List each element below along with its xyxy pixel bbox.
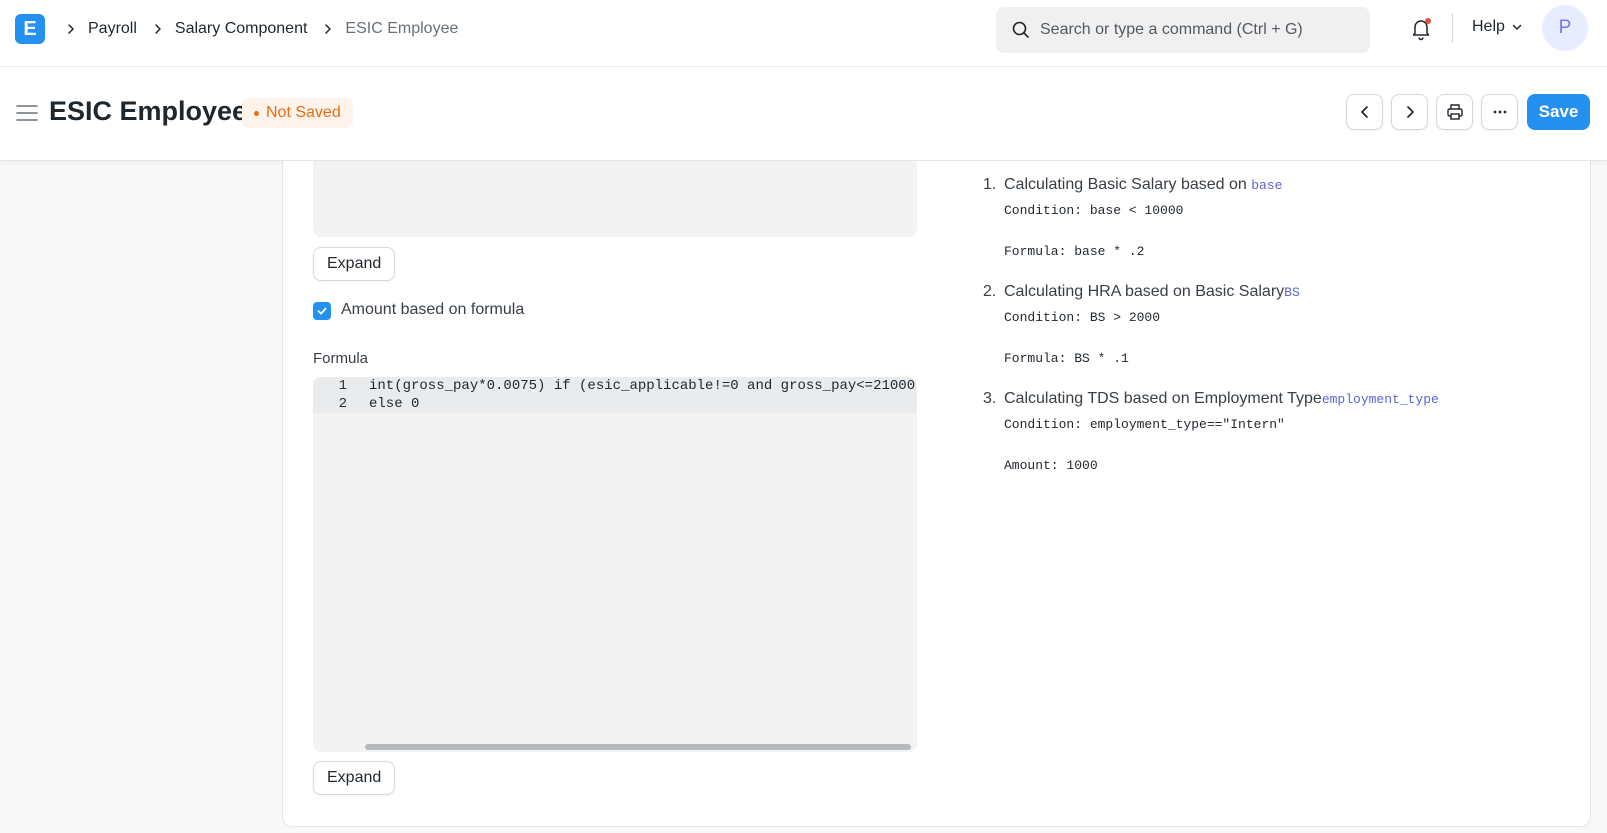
horizontal-scrollbar[interactable] [365, 744, 911, 750]
page-title: ESIC Employee [49, 96, 248, 126]
breadcrumb-salary-component[interactable]: Salary Component [175, 20, 308, 38]
navbar: E Payroll Salary Component ESIC Employee… [0, 0, 1607, 67]
chevron-left-icon [1360, 106, 1368, 118]
code-text: else 0 [369, 396, 420, 412]
amount-based-on-formula-checkbox[interactable] [313, 302, 331, 320]
formula-label: Formula [313, 350, 369, 367]
line-number: 1 [338, 378, 347, 394]
previous-doc-button[interactable] [1346, 94, 1383, 130]
example-condition: Condition: BS > 2000 [1004, 310, 1161, 325]
example-title: Calculating TDS based on Employment Type… [1004, 390, 1439, 407]
example-title: Calculating HRA based on Basic SalaryBS [1004, 283, 1300, 300]
chevron-right-icon [147, 18, 169, 40]
awesomebar[interactable] [996, 7, 1370, 53]
avatar[interactable]: P [1542, 5, 1588, 51]
breadcrumb: Payroll Salary Component ESIC Employee [60, 18, 458, 40]
search-input[interactable] [1040, 7, 1360, 53]
example-number: 3. [983, 390, 997, 407]
page-head: ESIC Employee Not Saved Save [0, 67, 1607, 161]
example-condition: Condition: base < 10000 [1004, 203, 1184, 218]
chevron-right-icon [317, 18, 339, 40]
notification-dot [1425, 18, 1431, 24]
example-number: 2. [983, 283, 997, 300]
example-result: Amount: 1000 [1004, 458, 1098, 473]
ellipsis-icon [1493, 110, 1506, 114]
more-menu-button[interactable] [1481, 94, 1518, 130]
example-variable: base [1251, 178, 1283, 193]
breadcrumb-payroll[interactable]: Payroll [88, 20, 137, 38]
next-doc-button[interactable] [1391, 94, 1428, 130]
navbar-divider [1452, 13, 1453, 43]
example-title: Calculating Basic Salary based on base [1004, 176, 1283, 193]
example-variable: employment_type [1321, 392, 1439, 407]
example-result: Formula: base * .2 [1004, 244, 1145, 259]
printer-icon [1446, 104, 1463, 120]
formula-editor[interactable]: 1 int(gross_pay*0.0075) if (esic_applica… [313, 377, 917, 752]
example-result: Formula: BS * .1 [1004, 351, 1129, 366]
code-line: 2 else 0 [313, 395, 420, 413]
code-line: 1 int(gross_pay*0.0075) if (esic_applica… [313, 377, 917, 395]
app-logo[interactable]: E [15, 14, 45, 44]
example-number: 1. [983, 176, 997, 193]
example-condition: Condition: employment_type=="Intern" [1004, 417, 1285, 432]
condition-editor[interactable] [313, 161, 917, 237]
help-label: Help [1472, 18, 1505, 35]
help-dropdown[interactable]: Help [1472, 18, 1523, 36]
chevron-down-icon [1512, 24, 1522, 30]
example-variable: BS [1284, 285, 1300, 300]
status-badge: Not Saved [242, 98, 353, 128]
chevron-right-icon [60, 18, 82, 40]
code-text: int(gross_pay*0.0075) if (esic_applicabl… [369, 378, 917, 394]
hamburger-icon[interactable] [16, 104, 38, 122]
print-button[interactable] [1436, 94, 1473, 130]
breadcrumb-esic-employee[interactable]: ESIC Employee [345, 20, 458, 38]
amount-based-on-formula-label[interactable]: Amount based on formula [341, 301, 524, 319]
chevron-right-icon [1406, 106, 1414, 118]
expand-condition-button[interactable]: Expand [313, 247, 396, 281]
check-icon [317, 307, 327, 315]
save-button[interactable]: Save [1527, 94, 1590, 130]
expand-formula-button[interactable]: Expand [313, 761, 396, 795]
line-number: 2 [338, 396, 347, 412]
search-icon [1012, 21, 1029, 38]
